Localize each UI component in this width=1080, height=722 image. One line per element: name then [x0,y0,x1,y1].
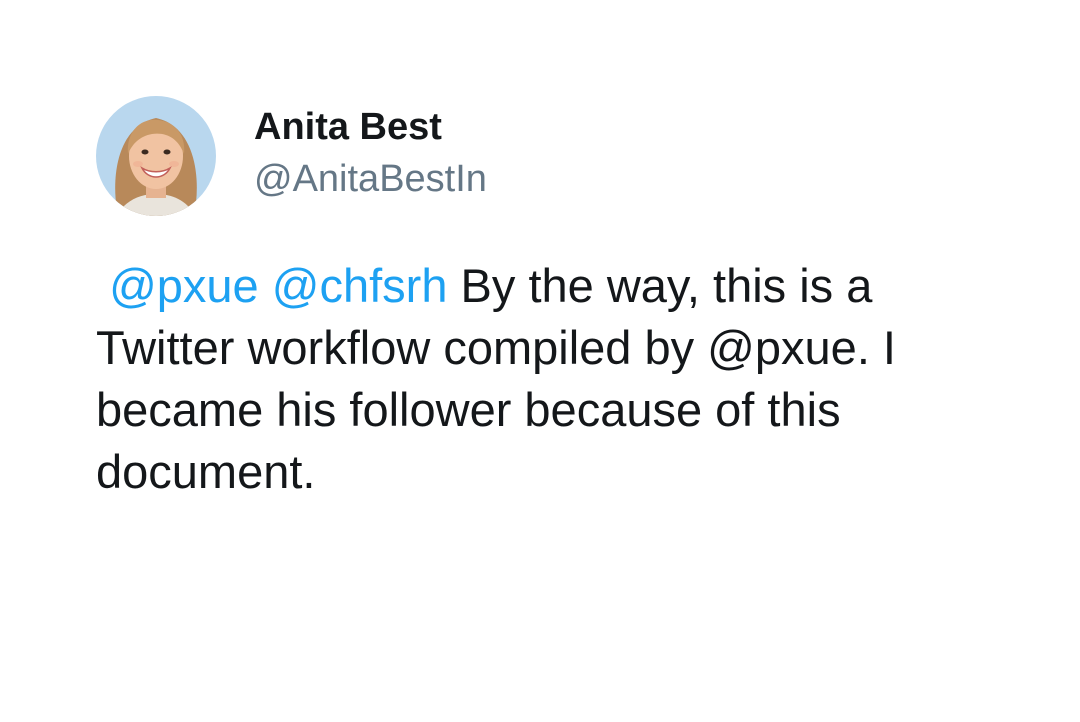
avatar[interactable] [96,96,216,216]
avatar-photo [96,96,216,216]
mention-link[interactable]: @pxue [109,259,259,312]
tweet-card: Anita Best @AnitaBestIn @pxue @chfsrh By… [0,0,1080,722]
author-text: Anita Best @AnitaBestIn [254,104,487,202]
tweet-text: @pxue @chfsrh By the way, this is a Twit… [96,255,996,503]
mention-link[interactable]: @chfsrh [272,259,448,312]
display-name[interactable]: Anita Best [254,104,487,150]
user-handle[interactable]: @AnitaBestIn [254,156,487,202]
tweet-author: Anita Best @AnitaBestIn [96,96,487,216]
